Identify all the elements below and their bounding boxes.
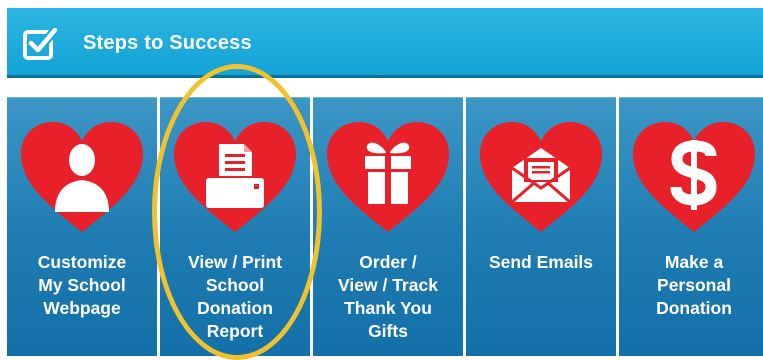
- tile-label: Make a Personal Donation: [656, 252, 732, 318]
- page-title: Steps to Success: [83, 32, 252, 54]
- tile-label: Customize My School Webpage: [37, 252, 127, 318]
- tile-label: View / Print School Donation Report: [187, 252, 282, 341]
- heart-icon: [480, 122, 602, 232]
- personal-donation-tile[interactable]: Make a Personal Donation: [619, 97, 763, 356]
- send-emails-tile[interactable]: Send Emails: [466, 97, 616, 356]
- print-donation-report-tile[interactable]: View / Print School Donation Report: [160, 97, 310, 356]
- thank-you-gifts-tile[interactable]: Order / View / Track Thank You Gifts: [313, 97, 463, 356]
- heart-icon: [633, 122, 755, 232]
- heart-icon: [327, 122, 449, 232]
- tile-label: Send Emails: [488, 252, 594, 272]
- checkbox-icon: [23, 26, 58, 60]
- tile-label: Order / View / Track Thank You Gifts: [338, 252, 438, 341]
- customize-webpage-tile[interactable]: Customize My School Webpage: [7, 97, 157, 356]
- steps-header: Steps to Success: [7, 8, 763, 78]
- heart-icon: [174, 122, 296, 232]
- heart-icon: [21, 122, 143, 232]
- steps-tiles: Customize My School Webpage View / Print…: [7, 97, 763, 356]
